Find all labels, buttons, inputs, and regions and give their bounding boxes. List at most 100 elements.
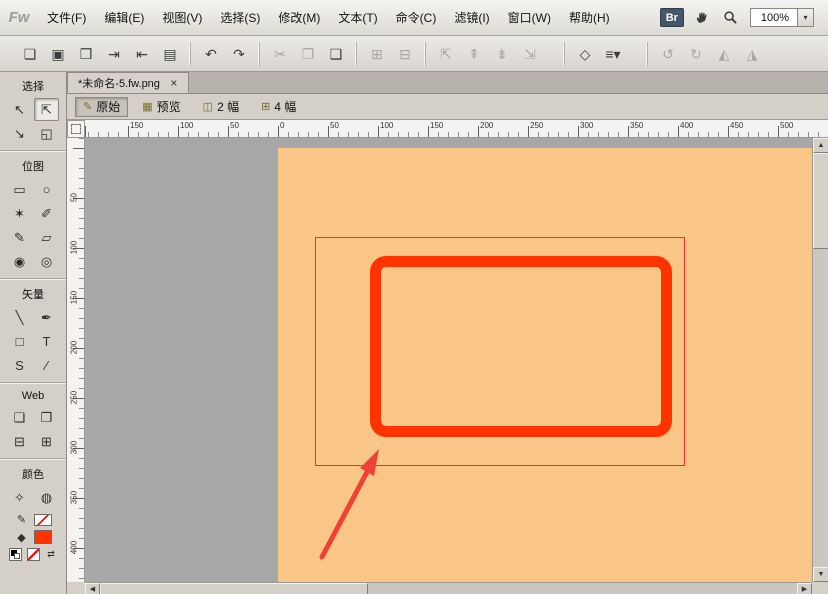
vertical-scrollbar[interactable]: ▲ ▼ (812, 138, 828, 582)
align-button[interactable]: ≡▾ (601, 42, 625, 66)
canvas-viewport[interactable] (85, 138, 812, 582)
freeform-tool[interactable]: S (7, 354, 32, 377)
marquee-tool[interactable]: ▭ (7, 178, 32, 201)
tab-close-icon[interactable]: × (168, 76, 180, 90)
horizontal-ruler[interactable]: 15010050050100150200250300350400450500 (85, 120, 828, 138)
rotate-cw-button[interactable]: ↻ (684, 42, 708, 66)
scroll-left-icon[interactable]: ◀ (85, 583, 100, 594)
menu-item[interactable]: 修改(M) (269, 5, 329, 30)
send-backward-button[interactable]: ⇟ (490, 42, 514, 66)
ruler-origin-box[interactable] (67, 120, 85, 138)
open-button[interactable]: ❒ (74, 42, 98, 66)
ruler-major-ticks (73, 138, 84, 582)
magic-wand-tool[interactable]: ✶ (7, 202, 32, 225)
view-preview-button[interactable]: ▦ 预览 (134, 97, 188, 117)
knife-tool[interactable]: ∕ (34, 354, 59, 377)
document-tab[interactable]: *未命名-5.fw.png × (67, 72, 189, 93)
rotate-ccw-button[interactable]: ↺ (656, 42, 680, 66)
copy-button[interactable]: ❐ (296, 42, 320, 66)
redo-button[interactable]: ↷ (227, 42, 251, 66)
view-mode-bar: ✎ 原始 ▦ 预览 ◫ 2 幅 ⊞ 4 幅 (67, 94, 828, 120)
horizontal-scroll-thumb[interactable] (100, 583, 368, 594)
slice-tool[interactable]: ❐ (34, 406, 59, 429)
paste-button[interactable]: ❑ (324, 42, 348, 66)
ruler-label: 50 (70, 191, 79, 205)
print-button[interactable]: ▤ (158, 42, 182, 66)
vertical-ruler[interactable]: 50100150200250300350400 (67, 138, 85, 582)
pointer-tool[interactable]: ↖ (7, 98, 32, 121)
hand-tool-icon[interactable] (694, 9, 712, 27)
menu-item[interactable]: 命令(C) (387, 5, 446, 30)
ruler-major-ticks (85, 126, 828, 137)
free-transform-button[interactable]: ◇ (573, 42, 597, 66)
view-original-button[interactable]: ✎ 原始 (75, 97, 128, 117)
flip-vertical-button[interactable]: ◮ (740, 42, 764, 66)
new-document-button[interactable]: ❏ (18, 42, 42, 66)
lasso-tool[interactable]: ○ (34, 178, 59, 201)
search-icon[interactable] (722, 9, 740, 27)
stroke-color-well[interactable] (34, 514, 52, 526)
subselection-tool[interactable]: ⇱ (34, 98, 59, 121)
swap-colors-button[interactable]: ⇄ (45, 548, 58, 561)
menu-item[interactable]: 文本(T) (329, 5, 386, 30)
hide-slices-tool[interactable]: ⊟ (7, 430, 32, 453)
pencil-tool[interactable]: ✎ (7, 226, 32, 249)
hotspot-tool[interactable]: ❏ (7, 406, 32, 429)
menu-item[interactable]: 编辑(E) (95, 5, 153, 30)
crop-tool[interactable]: ◱ (34, 122, 59, 145)
blur-tool[interactable]: ◉ (7, 250, 32, 273)
view-4up-button[interactable]: ⊞ 4 幅 (253, 97, 304, 117)
text-tool[interactable]: T (34, 330, 59, 353)
chevron-down-icon[interactable]: ▾ (797, 9, 813, 26)
tool-section-label: 矢量 (0, 284, 66, 306)
undo-button[interactable]: ↶ (199, 42, 223, 66)
paint-bucket-tool[interactable]: ◍ (34, 486, 59, 509)
pen-tool[interactable]: ✒ (34, 306, 59, 329)
group-button[interactable]: ⊞ (365, 42, 389, 66)
scroll-down-icon[interactable]: ▼ (813, 567, 828, 582)
horizontal-scrollbar[interactable]: ◀ ▶ (85, 582, 812, 594)
send-to-back-button[interactable]: ⇲ (518, 42, 542, 66)
canvas-document[interactable] (278, 148, 812, 582)
zoom-level-select[interactable]: 100% ▾ (750, 8, 814, 27)
fill-color-well[interactable] (34, 530, 52, 544)
brush-tool[interactable]: ✐ (34, 202, 59, 225)
menu-item[interactable]: 帮助(H) (560, 5, 619, 30)
export-button[interactable]: ⇤ (130, 42, 154, 66)
line-tool[interactable]: ╲ (7, 306, 32, 329)
bridge-button[interactable]: Br (660, 8, 684, 27)
menu-item[interactable]: 窗口(W) (499, 5, 560, 30)
default-colors-button[interactable] (9, 548, 22, 561)
bring-to-front-button[interactable]: ⇱ (434, 42, 458, 66)
scroll-up-icon[interactable]: ▲ (813, 138, 828, 153)
menu-item[interactable]: 文件(F) (38, 5, 95, 30)
tool-section-select: 选择 ↖⇱↘◱ (0, 72, 66, 151)
cut-button[interactable]: ✂ (268, 42, 292, 66)
ungroup-button[interactable]: ⊟ (393, 42, 417, 66)
rectangle-tool[interactable]: □ (7, 330, 32, 353)
app-logo: Fw (0, 9, 38, 26)
import-button[interactable]: ⇥ (102, 42, 126, 66)
scrollbar-corner (67, 582, 85, 594)
rounded-rectangle-shape[interactable] (370, 256, 672, 437)
save-button[interactable]: ▣ (46, 42, 70, 66)
menu-item[interactable]: 滤镜(I) (445, 5, 498, 30)
color-wells: ✎ ◆ ⇄ (0, 509, 66, 563)
arrow-shaft (322, 472, 367, 557)
eyedropper-tool[interactable]: ✧ (7, 486, 32, 509)
rubber-stamp-tool[interactable]: ◎ (34, 250, 59, 273)
select-behind-tool[interactable]: ↘ (7, 122, 32, 145)
scroll-right-icon[interactable]: ▶ (797, 583, 812, 594)
main-toolbar: ❏▣❒⇥⇤▤ ↶↷ ✂❐❑ ⊞⊟ ⇱⇞⇟⇲ ◇≡▾ ↺↻◭◮ (0, 36, 828, 72)
flip-horizontal-button[interactable]: ◭ (712, 42, 736, 66)
bring-forward-button[interactable]: ⇞ (462, 42, 486, 66)
view-2up-button[interactable]: ◫ 2 幅 (195, 97, 247, 117)
tool-section-colors: 颜色 ✧◍ ✎ ◆ ⇄ (0, 459, 66, 569)
vertical-scroll-thumb[interactable] (813, 153, 828, 249)
tool-section-vector: 矢量 ╲✒□TS∕ (0, 279, 66, 383)
eraser-tool[interactable]: ▱ (34, 226, 59, 249)
menu-item[interactable]: 选择(S) (211, 5, 269, 30)
no-color-button[interactable] (27, 548, 40, 561)
menu-item[interactable]: 视图(V) (153, 5, 211, 30)
show-slices-tool[interactable]: ⊞ (34, 430, 59, 453)
